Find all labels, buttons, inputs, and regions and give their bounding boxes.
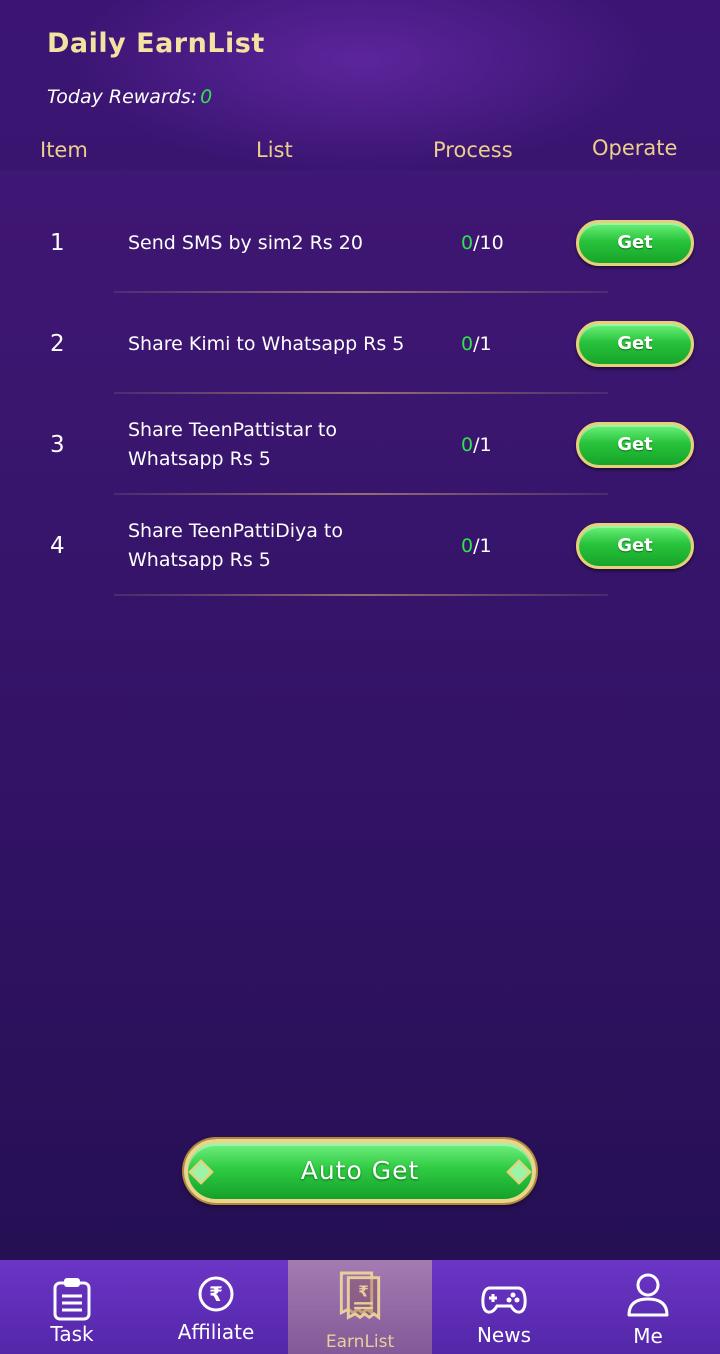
row-divider <box>114 291 608 293</box>
progress-done: 0 <box>461 232 474 254</box>
svg-text:₹: ₹ <box>209 1282 223 1306</box>
tab-earnlist[interactable]: ₹ EarnList <box>288 1260 432 1354</box>
header: Daily EarnList Today Rewards: 0 Item List… <box>0 0 720 170</box>
row-divider <box>114 594 608 596</box>
svg-text:₹: ₹ <box>358 1282 369 1300</box>
get-button[interactable]: Get <box>576 220 694 266</box>
column-header-process: Process <box>433 138 513 162</box>
tab-task[interactable]: Task <box>0 1260 144 1354</box>
task-number: 3 <box>50 432 65 458</box>
gamepad-icon <box>481 1286 527 1314</box>
tab-affiliate[interactable]: ₹ Affiliate <box>144 1260 288 1354</box>
today-rewards: Today Rewards: 0 <box>47 86 212 108</box>
table-row: 1 Send SMS by sim2 Rs 20 0/10 Get <box>0 193 720 293</box>
progress-total: /10 <box>473 232 504 254</box>
tab-label: Me <box>633 1324 663 1348</box>
gem-ornament-right <box>506 1159 532 1185</box>
progress-total: /1 <box>473 333 492 355</box>
tab-label: News <box>476 1323 532 1347</box>
tab-label: Task <box>50 1322 94 1346</box>
receipt-icon: ₹ <box>339 1271 381 1321</box>
task-progress: 0/1 <box>461 395 492 495</box>
page-title: Daily EarnList <box>47 28 265 59</box>
progress-done: 0 <box>461 333 474 355</box>
table-row: 2 Share Kimi to Whatsapp Rs 5 0/1 Get <box>0 294 720 394</box>
row-divider <box>114 392 608 394</box>
progress-done: 0 <box>461 535 474 557</box>
progress-done: 0 <box>461 434 474 456</box>
task-description: Share TeenPattistar to Whatsapp Rs 5 <box>128 419 338 470</box>
rewards-label: Today Rewards: <box>47 86 198 108</box>
tab-me[interactable]: Me <box>576 1260 720 1354</box>
tab-label: Affiliate <box>177 1320 255 1344</box>
task-progress: 0/1 <box>461 294 492 394</box>
clipboard-icon <box>53 1278 91 1321</box>
column-header-list: List <box>256 138 293 162</box>
tab-news[interactable]: News <box>432 1260 576 1354</box>
task-number: 1 <box>50 230 65 256</box>
task-description: Share Kimi to Whatsapp Rs 5 <box>128 332 405 355</box>
task-progress: 0/1 <box>461 496 492 596</box>
row-divider <box>114 493 608 495</box>
task-number: 2 <box>50 331 65 357</box>
rupee-coin-icon: ₹ <box>198 1276 234 1312</box>
tab-label: EarnList <box>325 1332 395 1352</box>
task-progress: 0/10 <box>461 193 504 293</box>
get-button[interactable]: Get <box>576 523 694 569</box>
table-row: 4 Share TeenPattiDiya to Whatsapp Rs 5 0… <box>0 496 720 596</box>
get-button[interactable]: Get <box>576 321 694 367</box>
progress-total: /1 <box>473 535 492 557</box>
column-header-operate: Operate <box>592 136 678 160</box>
task-list: 1 Send SMS by sim2 Rs 20 0/10 Get 2 Shar… <box>0 170 720 1260</box>
gem-ornament-left <box>188 1159 214 1185</box>
column-header-item: Item <box>40 138 88 162</box>
user-icon <box>627 1273 669 1317</box>
rewards-value: 0 <box>200 86 213 108</box>
task-description: Share TeenPattiDiya to Whatsapp Rs 5 <box>128 520 344 571</box>
get-button[interactable]: Get <box>576 422 694 468</box>
table-row: 3 Share TeenPattistar to Whatsapp Rs 5 0… <box>0 395 720 495</box>
progress-total: /1 <box>473 434 492 456</box>
bottom-tab-bar: Task ₹ Affiliate ₹ EarnList News Me <box>0 1260 720 1354</box>
task-description: Send SMS by sim2 Rs 20 <box>128 231 363 254</box>
auto-get-label: Auto Get <box>300 1156 420 1185</box>
auto-get-button[interactable]: Auto Get <box>184 1139 536 1203</box>
task-number: 4 <box>50 533 65 559</box>
